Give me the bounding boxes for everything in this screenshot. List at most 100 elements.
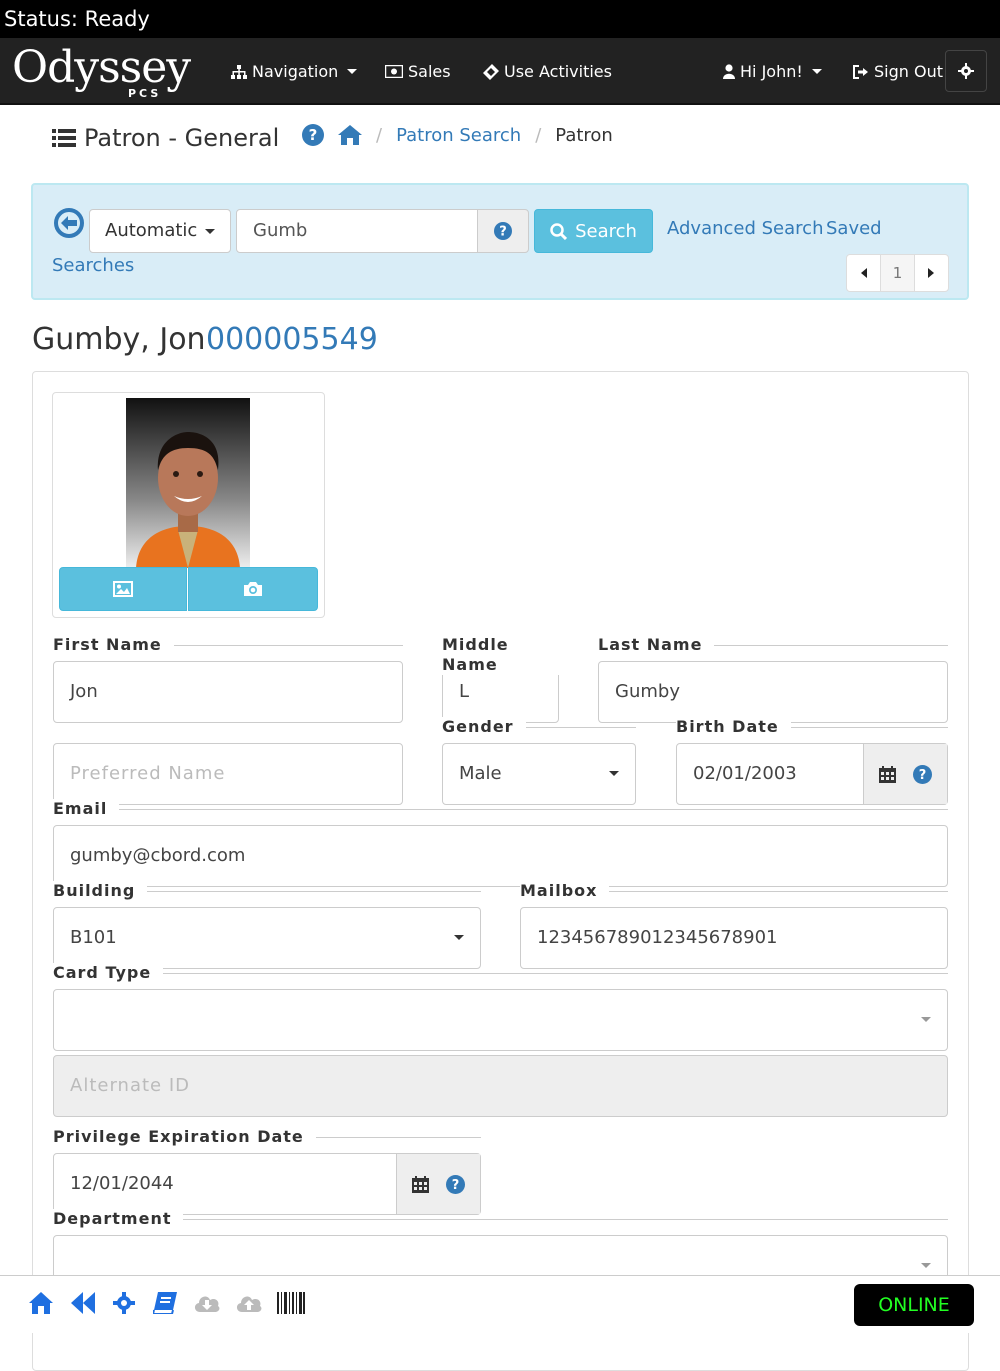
search-panel: Automatic Gumb ? Search Advanced Search … bbox=[31, 183, 969, 300]
card-type-label: Card Type bbox=[53, 963, 164, 983]
email-label: Email bbox=[53, 799, 120, 819]
privilege-expiration-addon: ? bbox=[396, 1154, 480, 1214]
cloud-download-icon[interactable] bbox=[193, 1292, 221, 1314]
preferred-name-placeholder: Preferred Name bbox=[70, 763, 226, 784]
nav-use-activities-label: Use Activities bbox=[504, 62, 612, 81]
privilege-expiration-value: 12/01/2044 bbox=[70, 1173, 174, 1194]
home-icon[interactable] bbox=[29, 1292, 53, 1314]
preferred-name-field[interactable]: Preferred Name bbox=[53, 743, 403, 805]
breadcrumb-separator: / bbox=[535, 124, 542, 146]
breadcrumb-patron: Patron bbox=[555, 124, 613, 146]
alternate-id-placeholder: Alternate ID bbox=[70, 1075, 190, 1096]
search-button-label: Search bbox=[575, 220, 637, 242]
gear-icon[interactable] bbox=[113, 1292, 135, 1314]
settings-button[interactable] bbox=[945, 50, 987, 92]
take-photo-button[interactable] bbox=[188, 567, 318, 611]
back-arrow-circle-icon[interactable] bbox=[54, 208, 84, 238]
bottom-toolbar: ONLINE bbox=[0, 1275, 1000, 1333]
camera-icon bbox=[244, 582, 262, 596]
mailbox-group: Mailbox 12345678901234567890​1 bbox=[520, 881, 948, 971]
search-input[interactable]: Gumb bbox=[236, 209, 478, 253]
fast-backward-icon[interactable] bbox=[71, 1292, 95, 1314]
pagination-prev-button[interactable] bbox=[847, 255, 880, 291]
birth-date-label: Birth Date bbox=[676, 717, 791, 737]
saved-searches-link-continued[interactable]: Searches bbox=[52, 255, 134, 276]
page-title: Patron - General bbox=[52, 124, 279, 152]
breadcrumb-patron-search[interactable]: Patron Search bbox=[396, 125, 521, 146]
ticket-icon bbox=[483, 63, 499, 80]
building-value: B101 bbox=[70, 927, 117, 948]
last-name-label: Last Name bbox=[598, 635, 715, 655]
page-title-text: Patron - General bbox=[84, 124, 280, 152]
nav-navigation-label: Navigation bbox=[252, 62, 339, 81]
search-mode-select[interactable]: Automatic bbox=[89, 209, 231, 253]
barcode-icon[interactable] bbox=[277, 1292, 305, 1314]
birth-date-field[interactable]: 02/01/2003 ? bbox=[676, 743, 948, 805]
gender-label: Gender bbox=[442, 717, 526, 737]
privilege-expiration-field[interactable]: 12/01/2044 ? bbox=[53, 1153, 481, 1215]
gender-value: Male bbox=[459, 763, 502, 784]
search-help-button[interactable]: ? bbox=[477, 209, 529, 253]
building-select[interactable]: B101 bbox=[53, 907, 481, 969]
svg-text:?: ? bbox=[452, 1178, 460, 1193]
status-bar: Status: Ready bbox=[0, 0, 1000, 38]
birth-date-value: 02/01/2003 bbox=[693, 763, 797, 784]
chevron-down-icon bbox=[921, 1017, 931, 1022]
cloud-upload-icon[interactable] bbox=[235, 1292, 263, 1314]
nav-sign-out[interactable]: Sign Out bbox=[853, 38, 943, 105]
help-icon[interactable]: ? bbox=[302, 124, 324, 146]
mailbox-label: Mailbox bbox=[520, 881, 610, 901]
nav-sales[interactable]: Sales bbox=[385, 38, 451, 105]
email-field[interactable]: gumby@cbord.com bbox=[53, 825, 948, 887]
pagination-current-page[interactable]: 1 bbox=[880, 255, 915, 291]
first-name-field[interactable]: Jon bbox=[53, 661, 403, 723]
nav-user-menu[interactable]: Hi John! bbox=[723, 38, 822, 105]
patron-photo bbox=[126, 398, 250, 568]
nav-use-activities[interactable]: Use Activities bbox=[483, 38, 612, 105]
book-icon[interactable] bbox=[153, 1292, 177, 1314]
logo-subtitle: PCS bbox=[128, 87, 162, 100]
saved-searches-link[interactable]: Saved bbox=[826, 218, 882, 239]
gender-select[interactable]: Male bbox=[442, 743, 636, 805]
chevron-down-icon bbox=[454, 935, 464, 940]
nav-navigation-menu[interactable]: Navigation bbox=[231, 38, 358, 105]
image-icon bbox=[113, 581, 133, 597]
user-icon bbox=[723, 64, 735, 79]
advanced-search-link[interactable]: Advanced Search bbox=[667, 218, 823, 239]
middle-name-label: Middle Name bbox=[442, 635, 559, 675]
alternate-id-field: Alternate ID bbox=[53, 1055, 948, 1117]
pagination: 1 bbox=[846, 254, 949, 292]
help-icon[interactable]: ? bbox=[913, 764, 933, 784]
caret-left-icon bbox=[860, 268, 867, 278]
home-icon[interactable] bbox=[338, 125, 362, 145]
money-icon bbox=[385, 65, 403, 78]
patron-name: Gumby, Jon bbox=[32, 322, 206, 357]
birth-date-addon: ? bbox=[863, 744, 947, 804]
svg-text:?: ? bbox=[309, 126, 318, 144]
nav-user-label: Hi John! bbox=[740, 62, 803, 81]
svg-text:?: ? bbox=[499, 225, 507, 240]
mailbox-field[interactable]: 12345678901234567890​1 bbox=[520, 907, 948, 969]
search-button[interactable]: Search bbox=[534, 209, 653, 253]
calendar-icon[interactable] bbox=[878, 765, 896, 783]
last-name-field[interactable]: Gumby bbox=[598, 661, 948, 723]
search-icon bbox=[550, 222, 568, 240]
email-group: Email gumby@cbord.com bbox=[53, 799, 948, 889]
middle-name-group: Middle Name L bbox=[442, 635, 559, 725]
privilege-expiration-label: Privilege Expiration Date bbox=[53, 1127, 316, 1147]
patron-id: 000005549 bbox=[206, 322, 378, 357]
pagination-next-button[interactable] bbox=[915, 255, 948, 291]
gender-group: Gender Male bbox=[442, 717, 636, 807]
nav-sales-label: Sales bbox=[408, 62, 451, 81]
breadcrumb-separator: / bbox=[376, 124, 383, 146]
choose-image-button[interactable] bbox=[59, 567, 187, 611]
search-mode-value: Automatic bbox=[105, 220, 198, 241]
nav-sign-out-label: Sign Out bbox=[874, 62, 943, 81]
help-icon: ? bbox=[494, 222, 512, 240]
chevron-down-icon bbox=[921, 1263, 931, 1268]
preferred-name-group: Preferred Name bbox=[53, 717, 403, 807]
breadcrumb: ? / Patron Search / Patron bbox=[302, 121, 613, 149]
odyssey-logo[interactable]: Odyssey bbox=[12, 42, 191, 94]
help-icon[interactable]: ? bbox=[446, 1174, 466, 1194]
calendar-icon[interactable] bbox=[411, 1175, 429, 1193]
